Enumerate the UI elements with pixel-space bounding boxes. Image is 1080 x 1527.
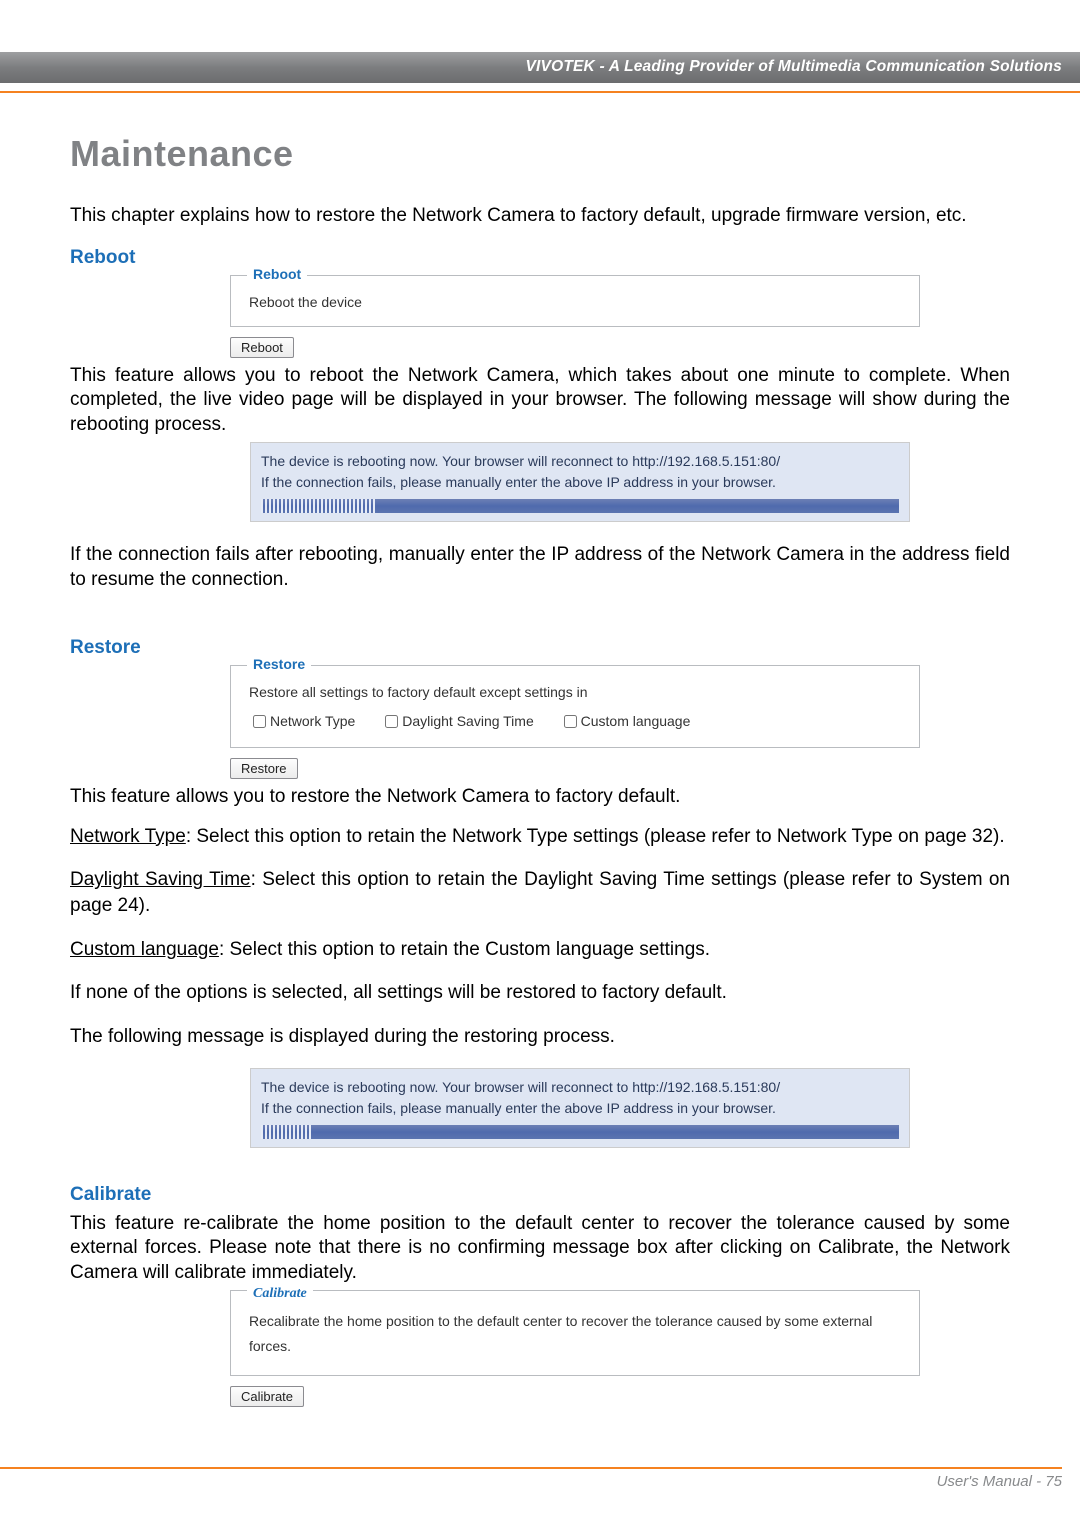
restore-opt1-label: Network Type [270,713,355,729]
page-title: Maintenance [70,133,1010,175]
page-content: Maintenance This chapter explains how to… [0,93,1080,1421]
calibrate-fieldset-wrap: Calibrate Recalibrate the home position … [230,1290,920,1376]
calibrate-button-wrap: Calibrate [230,1380,1010,1407]
calibrate-legend: Calibrate [247,1281,313,1306]
footer-orange-rule [0,1467,1062,1469]
restore-paragraph-after: This feature allows you to restore the N… [70,785,1010,810]
restore-button-wrap: Restore [230,752,1010,779]
header-whitespace [0,0,1080,52]
restore-progress-fill [261,1125,312,1139]
reboot-progress-bar [261,499,899,513]
reboot-paragraph-1: This feature allows you to reboot the Ne… [70,364,1010,438]
restore-desc: Restore all settings to factory default … [249,684,903,700]
reboot-heading: Reboot [70,247,1010,269]
reboot-message-line-2: If the connection fails, please manually… [261,472,899,493]
restore-msg-intro: The following message is displayed durin… [70,1024,1010,1050]
reboot-progress-fill [261,499,376,513]
reboot-button[interactable]: Reboot [230,337,294,358]
restore-button[interactable]: Restore [230,758,298,779]
reboot-paragraph-2: If the connection fails after rebooting,… [70,542,1010,593]
calibrate-fieldset: Calibrate Recalibrate the home position … [230,1290,920,1376]
restore-cb-dst[interactable] [385,715,398,728]
restore-opt-dst[interactable]: Daylight Saving Time [381,712,534,731]
restore-fieldset-wrap: Restore Restore all settings to factory … [230,665,920,748]
footer-text: User's Manual - 75 [937,1473,1062,1490]
intro-paragraph: This chapter explains how to restore the… [70,203,1010,229]
restore-cb-network-type[interactable] [253,715,266,728]
reboot-button-wrap: Reboot [230,331,1010,358]
restore-cb-custom-lang[interactable] [564,715,577,728]
footer: User's Manual - 75 [0,1461,1080,1503]
restore-fieldset: Restore Restore all settings to factory … [230,665,920,748]
reboot-message-line-1: The device is rebooting now. Your browse… [261,451,899,472]
calibrate-paragraph: This feature re-calibrate the home posit… [70,1212,1010,1286]
restore-nt-label: Network Type [70,826,186,847]
restore-opt2-label: Daylight Saving Time [402,713,534,729]
restore-opt3-label: Custom language [581,713,691,729]
header-brand-bar: VIVOTEK - A Leading Provider of Multimed… [0,52,1080,83]
restore-dst-label: Daylight Saving Time [70,869,251,890]
restore-opt-network-type[interactable]: Network Type [249,712,355,731]
restore-message-line-1: The device is rebooting now. Your browse… [261,1077,899,1098]
reboot-legend: Reboot [247,266,307,282]
restore-heading: Restore [70,637,1010,659]
restore-progress-bar [261,1125,899,1139]
reboot-fieldset-wrap: Reboot Reboot the device [230,275,920,327]
restore-nt-paragraph: Network Type: Select this option to reta… [70,824,1010,850]
restore-nt-text: : Select this option to retain the Netwo… [186,826,1005,847]
restore-message-box: The device is rebooting now. Your browse… [250,1068,910,1148]
restore-dst-paragraph: Daylight Saving Time: Select this option… [70,867,1010,918]
reboot-desc: Reboot the device [249,294,903,310]
calibrate-heading: Calibrate [70,1184,1010,1206]
calibrate-desc: Recalibrate the home position to the def… [249,1309,903,1359]
restore-cl-paragraph: Custom language: Select this option to r… [70,937,1010,963]
reboot-message-box: The device is rebooting now. Your browse… [250,442,910,522]
header-brand-text: VIVOTEK - A Leading Provider of Multimed… [526,58,1063,75]
calibrate-button[interactable]: Calibrate [230,1386,304,1407]
reboot-fieldset: Reboot Reboot the device [230,275,920,327]
restore-cl-text: : Select this option to retain the Custo… [219,939,710,960]
restore-message-line-2: If the connection fails, please manually… [261,1098,899,1119]
restore-legend: Restore [247,656,311,672]
restore-none-paragraph: If none of the options is selected, all … [70,980,1010,1006]
restore-opt-custom-lang[interactable]: Custom language [560,712,691,731]
restore-checkbox-row: Network Type Daylight Saving Time Custom… [249,712,903,731]
restore-cl-label: Custom language [70,939,219,960]
